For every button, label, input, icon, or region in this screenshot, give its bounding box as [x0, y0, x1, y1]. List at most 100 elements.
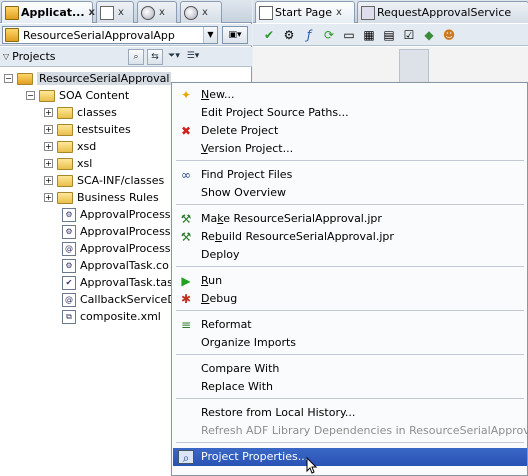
expand-icon[interactable]: + [44, 108, 53, 117]
menu-item-label: Version Project... [201, 142, 294, 155]
file-icon: @ [62, 241, 76, 256]
menu-item-debug[interactable]: ✱ Debug [173, 290, 527, 308]
tab-request-approval-service[interactable]: RequestApprovalService [357, 1, 528, 23]
menu-item-version-project[interactable]: Version Project... [173, 140, 527, 158]
expand-icon[interactable]: + [44, 125, 53, 134]
project-folder-icon [17, 72, 33, 85]
variables-icon[interactable]: ƒ [301, 27, 317, 43]
tree-item-label: ApprovalTask.co [80, 259, 169, 272]
tree-item-label: testsuites [77, 123, 131, 136]
tab-applications-label: Applicat... [21, 6, 85, 19]
collapse-icon[interactable]: − [4, 74, 13, 83]
make-icon: ⚒ [180, 212, 192, 226]
validate-icon[interactable]: ✔ [261, 27, 277, 43]
menu-item-replace-with[interactable]: Replace With [173, 378, 527, 396]
tree-item[interactable]: ⚙ ApprovalProcess [62, 206, 171, 223]
tree-item-label: ApprovalProcess [80, 242, 171, 255]
menu-separator [176, 354, 524, 355]
application-menu-button[interactable]: ▣▾ [222, 26, 248, 44]
checklist-icon[interactable]: ☑ [401, 27, 417, 43]
refresh-icon[interactable]: ⟳ [321, 27, 337, 43]
tree-item-label: ApprovalProcess [80, 208, 171, 221]
tab-start-page[interactable]: Start Page x [255, 1, 355, 23]
tab-start-page-close-icon[interactable]: x [336, 7, 342, 18]
menu-item-run[interactable]: ▶ Run [173, 272, 527, 290]
menu-item-edit-project-source-paths[interactable]: Edit Project Source Paths... [173, 104, 527, 122]
menu-item-show-overview[interactable]: Show Overview [173, 184, 527, 202]
properties-icon: ⌕ [178, 450, 194, 465]
menu-item-deploy[interactable]: Deploy [173, 246, 527, 264]
collapse-icon[interactable]: − [26, 91, 35, 100]
filter-icon[interactable]: ⏷▾ [166, 49, 182, 65]
tree-options-icon[interactable]: ☰▾ [185, 49, 201, 65]
folder-icon [57, 106, 73, 119]
layout-icon[interactable]: ▤ [381, 27, 397, 43]
application-selector-value: ResourceSerialApprovalApp [23, 28, 175, 42]
tree-item[interactable]: @ CallbackServiceD [62, 291, 176, 308]
menu-item-organize-imports[interactable]: Organize Imports [173, 334, 527, 352]
file-icon: ⚙ [62, 207, 76, 222]
tree-item[interactable]: ✔ ApprovalTask.tas [62, 274, 173, 291]
expand-icon[interactable]: + [44, 193, 53, 202]
user-icon[interactable]: ☻ [441, 27, 457, 43]
menu-item-find-project-files[interactable]: ∞ Find Project Files [173, 166, 527, 184]
file-icon: ✔ [62, 275, 76, 290]
tab-resources[interactable]: x [96, 1, 134, 23]
tab-database-close-icon[interactable]: x [159, 7, 165, 18]
tree-item[interactable]: + SCA-INF/classes [44, 172, 164, 189]
menu-item-label: New... [201, 88, 235, 101]
sync-icon[interactable]: ⇆ [147, 49, 163, 65]
tree-item[interactable]: ⚙ ApprovalTask.co [62, 257, 169, 274]
menu-item-delete-project[interactable]: ✖ Delete Project [173, 122, 527, 140]
tab-database[interactable]: x [137, 1, 177, 23]
tree-soa-content[interactable]: − SOA Content [26, 87, 129, 104]
tree-root[interactable]: − ResourceSerialApproval [4, 70, 172, 87]
menu-item-project-properties[interactable]: ⌕ Project Properties... [173, 448, 527, 466]
tab-applications-close-icon[interactable]: x [89, 7, 95, 18]
deploy-icon[interactable]: ◆ [421, 27, 437, 43]
menu-item-restore-from-local-history[interactable]: Restore from Local History... [173, 404, 527, 422]
tree-item-label: xsd [77, 140, 97, 153]
menu-item-compare-with[interactable]: Compare With [173, 360, 527, 378]
tree-item[interactable]: ⚙ ApprovalProcess [62, 223, 171, 240]
tab-resources-close-icon[interactable]: x [118, 7, 124, 18]
expand-icon[interactable]: + [44, 159, 53, 168]
tree-item[interactable]: + testsuites [44, 121, 131, 138]
chevron-down-icon[interactable]: ▼ [203, 27, 217, 43]
tab-start-page-label: Start Page [275, 6, 332, 19]
tree-item[interactable]: ⧉ composite.xml [62, 308, 161, 325]
application-selector[interactable]: ResourceSerialApprovalApp ▼ [2, 26, 218, 44]
tree-soa-content-label: SOA Content [59, 89, 130, 102]
folder-icon [57, 140, 73, 153]
projects-toolbar: ⌕ ⇆ ⏷▾ ☰▾ [128, 49, 201, 65]
tab-applications[interactable]: Applicat... x [1, 1, 95, 23]
navigator-tab-strip: Applicat... x x x x [0, 0, 252, 23]
tree-item-label: ApprovalProcess [80, 225, 171, 238]
xml-icon[interactable]: ▭ [341, 27, 357, 43]
folder-icon [57, 123, 73, 136]
tab-structure[interactable]: x [180, 1, 222, 23]
tree-item[interactable]: @ ApprovalProcess [62, 240, 171, 257]
tree-item-label: classes [77, 106, 117, 119]
menu-item-reformat[interactable]: ≡ Reformat [173, 316, 527, 334]
tab-request-approval-service-label: RequestApprovalService [377, 6, 512, 19]
structure-icon [184, 5, 198, 20]
expand-icon[interactable]: + [44, 176, 53, 185]
tree-item[interactable]: + xsl [44, 155, 92, 172]
search-icon[interactable]: ⌕ [128, 49, 144, 65]
menu-item-new[interactable]: ✦ New... [173, 86, 527, 104]
tree-item[interactable]: + classes [44, 104, 117, 121]
tree-item[interactable]: + xsd [44, 138, 96, 155]
tree-item[interactable]: + Business Rules [44, 189, 159, 206]
settings-icon[interactable]: ⚙ [281, 27, 297, 43]
grid-icon[interactable]: ▦ [361, 27, 377, 43]
menu-item-rebuild-resourceserialapproval-jpr[interactable]: ⚒ Rebuild ResourceSerialApproval.jpr [173, 228, 527, 246]
file-icon: ⚙ [62, 224, 76, 239]
tab-structure-close-icon[interactable]: x [202, 7, 208, 18]
reformat-icon: ≡ [180, 318, 192, 332]
tree-root-label: ResourceSerialApproval [37, 72, 172, 85]
menu-item-label: Find Project Files [201, 168, 293, 181]
menu-item-make-resourceserialapproval-jpr[interactable]: ⚒ Make ResourceSerialApproval.jpr [173, 210, 527, 228]
collapse-triangle-icon[interactable]: ▽ [3, 52, 9, 61]
expand-icon[interactable]: + [44, 142, 53, 151]
